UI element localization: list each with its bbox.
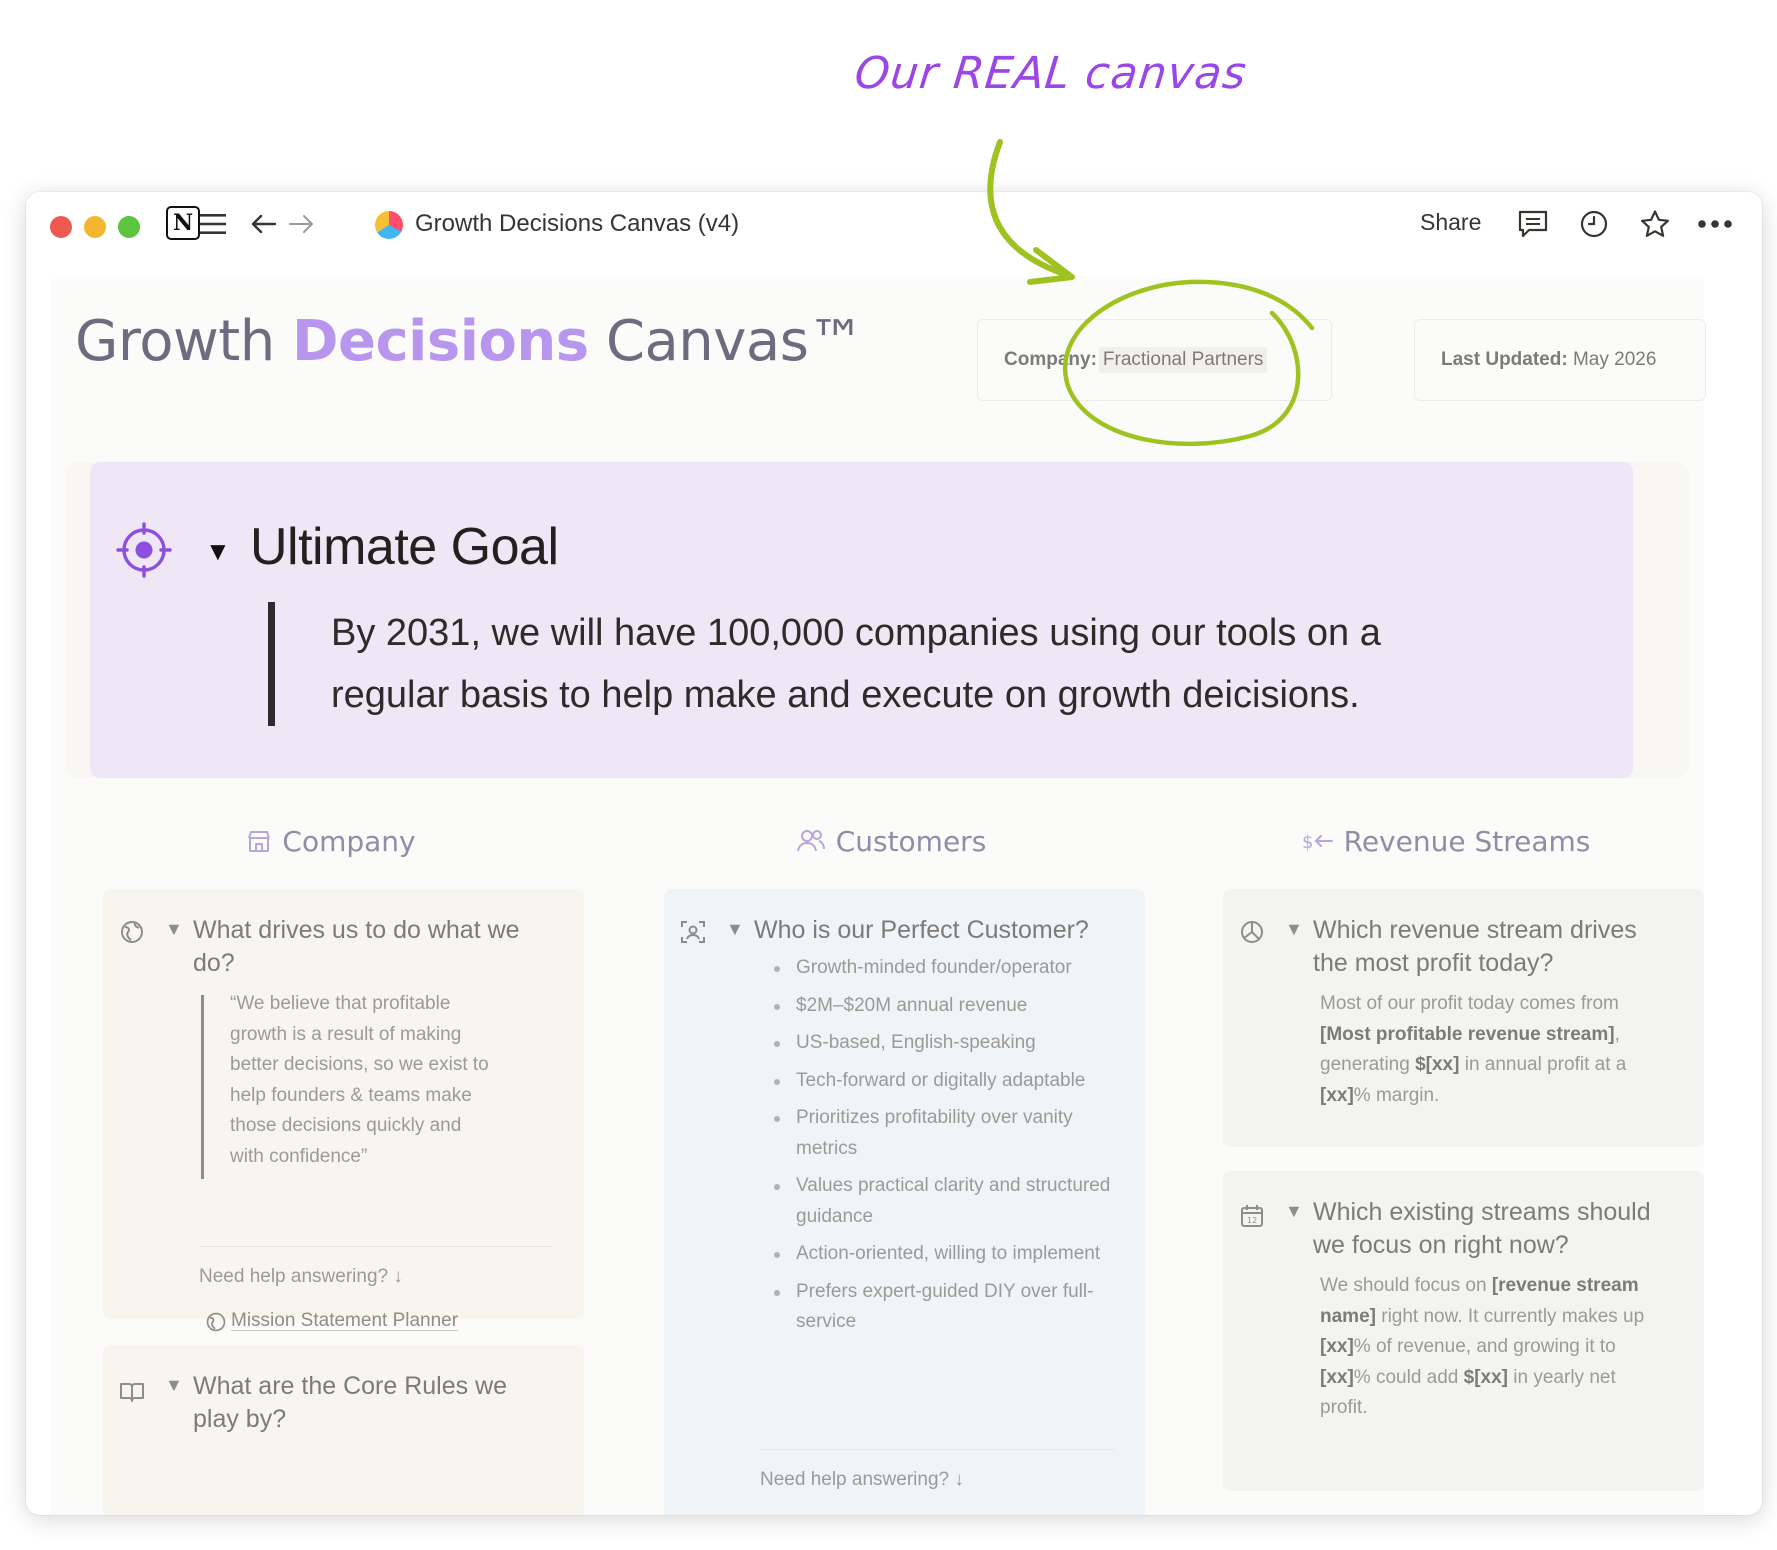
list-item: $2M–$20M annual revenue — [764, 991, 1124, 1022]
last-updated-property[interactable]: Last Updated: May 2026 — [1414, 319, 1706, 401]
notion-logo-icon[interactable]: N — [166, 206, 200, 240]
menu-icon[interactable] — [198, 206, 228, 242]
divider — [760, 1449, 1114, 1450]
card-toggle-arrow[interactable]: ▼ — [726, 919, 744, 940]
breadcrumb-page-title[interactable]: Growth Decisions Canvas (v4) — [415, 210, 739, 238]
goal-quote: By 2031, we will have 100,000 companies … — [268, 602, 1568, 726]
target-icon — [116, 522, 172, 578]
globe-icon — [121, 921, 143, 943]
share-button[interactable]: Share — [1420, 209, 1481, 236]
mission-statement-planner-link[interactable]: Mission Statement Planner — [231, 1310, 458, 1332]
goal-toggle-arrow[interactable]: ▼ — [205, 536, 231, 567]
focus-stream-answer: We should focus on [revenue stream name]… — [1320, 1275, 1645, 1418]
book-icon — [120, 1383, 144, 1402]
help-answering-text: Need help answering? ↓ — [760, 1469, 964, 1490]
company-property[interactable]: Company: Fractional Partners — [977, 319, 1332, 401]
globe-link-icon — [206, 1312, 226, 1332]
card-toggle-arrow[interactable]: ▼ — [165, 919, 183, 940]
annotation-label: Our REAL canvas — [852, 48, 1250, 99]
mission-quote: “We believe that profitable growth is a … — [230, 993, 489, 1167]
list-item: Tech-forward or digitally adaptable — [764, 1066, 1124, 1097]
revenue-column-header: $ Revenue Streams — [1301, 824, 1591, 858]
card-toggle-arrow[interactable]: ▼ — [1285, 919, 1303, 940]
minimize-window-button[interactable] — [84, 216, 106, 238]
card-toggle-arrow[interactable]: ▼ — [1285, 1201, 1303, 1222]
perfect-customer-card: ▼ Who is our Perfect Customer? Growth-mi… — [664, 889, 1145, 1515]
pie-chart-icon — [1241, 921, 1263, 943]
list-item: Growth-minded founder/operator — [764, 953, 1124, 984]
card-toggle-arrow[interactable]: ▼ — [165, 1375, 183, 1396]
more-dots-icon[interactable] — [1696, 206, 1734, 242]
users-icon — [796, 830, 825, 852]
back-arrow-icon[interactable] — [250, 206, 278, 242]
card-question: What are the Core Rules we play by? — [193, 1372, 508, 1433]
list-item: Prioritizes profitability over vanity me… — [764, 1103, 1124, 1164]
company-value: Fractional Partners — [1098, 347, 1268, 373]
last-updated-value: May 2026 — [1572, 349, 1657, 370]
svg-text:12: 12 — [1247, 1216, 1257, 1225]
ultimate-goal-callout: ▼ Ultimate Goal By 2031, we will have 10… — [90, 462, 1633, 778]
company-label: Company: — [1004, 349, 1097, 370]
divider — [199, 1246, 553, 1247]
maximize-window-button[interactable] — [118, 216, 140, 238]
store-icon — [248, 831, 271, 852]
company-mission-card: ▼ What drives us to do what we do? “We b… — [103, 889, 584, 1332]
page-title: Growth Decisions Canvas™ — [75, 309, 864, 374]
focus-stream-card: 12 ▼ Which existing streams should we fo… — [1223, 1171, 1704, 1491]
company-core-rules-card: ▼ What are the Core Rules we play by? — [103, 1345, 584, 1515]
card-question: Which existing streams should we focus o… — [1313, 1198, 1651, 1259]
history-clock-icon[interactable] — [1578, 206, 1610, 242]
calendar-icon: 12 — [1241, 1205, 1263, 1227]
notion-window: N Growth Decisions Canvas (v4) Share Gro… — [26, 192, 1762, 1515]
company-column-header: Company — [91, 819, 571, 863]
revenue-exchange-icon: $ — [1302, 832, 1333, 853]
quote-bar — [201, 995, 204, 1179]
page-content: Growth Decisions Canvas™ Company: Fracti… — [51, 279, 1706, 1515]
card-question: Who is our Perfect Customer? — [754, 916, 1089, 944]
svg-text:$: $ — [1302, 832, 1313, 853]
list-item: Values practical clarity and structured … — [764, 1171, 1124, 1232]
list-item: US-based, English-speaking — [764, 1028, 1124, 1059]
list-item: Action-oriented, willing to implement — [764, 1239, 1124, 1270]
list-item: Prefers expert-guided DIY over full-serv… — [764, 1277, 1124, 1338]
profit-stream-answer: Most of our profit today comes from [Mos… — [1320, 993, 1627, 1106]
card-question: Which revenue stream drives the most pro… — [1313, 916, 1637, 977]
page-emoji-icon — [375, 211, 403, 239]
card-question: What drives us to do what we do? — [193, 916, 520, 977]
star-icon[interactable] — [1638, 206, 1672, 242]
profit-stream-card: ▼ Which revenue stream drives the most p… — [1223, 889, 1704, 1147]
customers-column-header: Customers — [651, 819, 1131, 863]
title-bar: N Growth Decisions Canvas (v4) Share — [26, 192, 1762, 258]
window-controls — [50, 216, 140, 238]
customer-traits-list: Growth-minded founder/operator $2M–$20M … — [764, 953, 1124, 1345]
last-updated-label: Last Updated: — [1441, 349, 1568, 370]
forward-arrow-icon[interactable] — [287, 206, 315, 242]
comment-icon[interactable] — [1516, 206, 1550, 242]
goal-heading: Ultimate Goal — [250, 518, 559, 576]
help-answering-text: Need help answering? ↓ — [199, 1266, 403, 1287]
close-window-button[interactable] — [50, 216, 72, 238]
user-scan-icon — [681, 921, 705, 943]
